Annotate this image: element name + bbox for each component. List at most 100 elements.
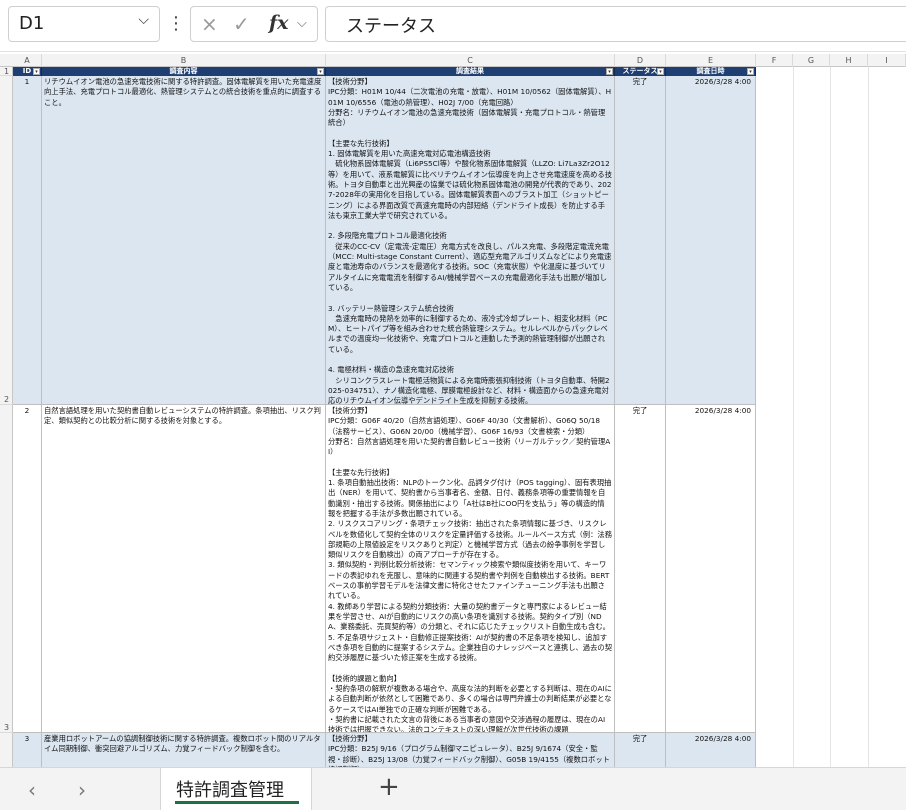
result-line: 分野名：リチウムイオン電池の急速充電技術（固体電解質・充電プロトコル・熱管理統合… [328, 107, 606, 128]
cell-content[interactable]: 自然言語処理を用いた契約書自動レビューシステムの特許調査。条項抽出、リスク判定、… [42, 405, 326, 733]
cell-date[interactable]: 2026/3/28 4:00 [666, 733, 756, 767]
cell-content[interactable]: リチウムイオン電池の急速充電技術に関する特許調査。固体電解質を用いた充電速度向上… [42, 76, 326, 405]
result-line: IPC分類：B25J 9/16（プログラム制御マニピュレータ）、B25J 9/1… [328, 744, 610, 767]
cell-id[interactable]: 2 [13, 405, 42, 733]
result-line: 1. 固体電解質を用いた高速充電対応電池構造技術 [328, 149, 491, 159]
cell-date[interactable]: 2026/3/28 4:00 [666, 76, 756, 405]
column-header-b[interactable]: B [42, 54, 326, 67]
cell-date[interactable]: 2026/3/28 4:00 [666, 405, 756, 733]
result-lines: 【技術分野】 IPC分類：G06F 40/20（自然言語処理）、G06F 40/3… [328, 406, 612, 733]
result-line: 5. 不足条項サジェスト・自動修正提案技術：AIが契約書の不足条項を検知し、追加… [328, 632, 612, 663]
name-box[interactable]: D1 ⌵ [8, 6, 160, 42]
result-line: 3. 類似契約・判例比較分析技術：セマンティック検索や類似度技術を用いて、キーワ… [328, 560, 610, 601]
gridline [793, 67, 794, 767]
next-sheet-icon[interactable]: › [78, 778, 86, 802]
more-options-icon[interactable]: ⋮ [167, 10, 185, 38]
result-line: ・契約条項の解釈が複数ある場合や、高度な法的判断を必要とする判断は、現在のAIに… [328, 684, 612, 714]
result-line: 【主要な先行技術】 [328, 138, 394, 148]
result-lines: 【技術分野】 IPC分類：B25J 9/16（プログラム制御マニピュレータ）、B2… [328, 734, 612, 767]
header-label-date: 調査日時 [696, 67, 725, 75]
column-header-g[interactable]: G [793, 54, 830, 67]
add-sheet-icon[interactable]: + [378, 772, 400, 802]
result-line: 【技術的課題と動向】 [328, 673, 401, 683]
formula-actions: × ✓ fx ⌵ [190, 6, 318, 42]
filter-dropdown-icon[interactable]: ▾ [317, 68, 324, 75]
result-line [328, 663, 612, 673]
result-line: IPC分類：G06F 40/20（自然言語処理）、G06F 40/30（文書解析… [328, 416, 600, 436]
header-cell-status[interactable]: ステータス ▾ [615, 67, 666, 76]
cell-status[interactable]: 完了 [615, 76, 666, 405]
header-cell-id[interactable]: ID ▾ [13, 67, 42, 76]
result-line: シリコンクラスレート電極活物質による充電時膨張抑制技術（トヨタ自動車、特開202… [328, 375, 610, 405]
result-line [328, 128, 612, 138]
formula-bar: D1 ⌵ ⋮ × ✓ fx ⌵ ステータス [0, 0, 906, 52]
header-cell-date[interactable]: 調査日時 ▾ [666, 67, 756, 76]
header-label-content: 調査内容 [169, 67, 198, 75]
result-line: 2. 多段階充電プロトコル最適化技術 [328, 231, 447, 241]
column-header-h[interactable]: H [830, 54, 868, 67]
gridline [830, 67, 831, 767]
result-line: 【主要な先行技術】 [328, 467, 394, 477]
spreadsheet-grid: ID ▾ 調査内容 ▾ 調査結果 ▾ ステータス ▾ 調査日時 ▾ 1 リチウムイオン電池… [13, 67, 906, 767]
column-header-i[interactable]: I [868, 54, 906, 67]
result-line [328, 293, 612, 303]
result-line: 2. リスクスコアリング・条項チェック技術：抽出された条項情報に基づき、リスクレ… [328, 519, 612, 560]
column-header-a[interactable]: A [13, 54, 42, 67]
insert-function-icon[interactable]: fx [269, 12, 289, 34]
previous-sheet-icon[interactable]: ‹ [28, 778, 36, 802]
column-header-e[interactable]: E [666, 54, 756, 67]
header-cell-content[interactable]: 調査内容 ▾ [42, 67, 326, 76]
row-header-2[interactable]: 2 [0, 76, 13, 405]
cell-id[interactable]: 1 [13, 76, 42, 405]
sheet-tab-label: 特許調査管理 [176, 780, 284, 801]
row-header-3[interactable]: 3 [0, 405, 13, 733]
formula-content[interactable]: ステータス [346, 12, 436, 38]
result-line: 分野名：自然言語処理を用いた契約書自動レビュー技術（リーガルテック／契約管理AI… [328, 436, 611, 457]
filter-dropdown-icon[interactable]: ▾ [33, 68, 40, 75]
result-line: 1. 条項自動抽出技術：NLPのトークン化、品詞タグ付け（POS tagging… [328, 478, 612, 518]
filter-dropdown-icon[interactable]: ▾ [747, 68, 754, 75]
filter-dropdown-icon[interactable]: ▾ [606, 68, 613, 75]
header-cell-result[interactable]: 調査結果 ▾ [326, 67, 615, 76]
filter-dropdown-icon[interactable]: ▾ [657, 68, 664, 75]
result-lines: 【技術分野】 IPC分類：H01M 10/44（二次電池の充電・放電）、H01M … [328, 77, 612, 405]
result-line: 硫化物系固体電解質（Li6PS5Cl等）や酸化物系固体電解質（LLZO: Li7… [328, 159, 612, 220]
result-line: 3. バッテリー熱管理システム統合技術 [328, 303, 454, 313]
result-line: 【技術分野】 [328, 406, 372, 415]
cell-status[interactable]: 完了 [615, 405, 666, 733]
column-header-f[interactable]: F [756, 54, 793, 67]
column-header-d[interactable]: D [615, 54, 666, 67]
result-line [328, 221, 612, 231]
header-label-result: 調査結果 [456, 67, 484, 75]
chevron-down-icon[interactable]: ⌵ [297, 16, 307, 31]
sheet-tab-active[interactable]: 特許調査管理 [160, 768, 312, 810]
enter-icon[interactable]: ✓ [233, 12, 250, 36]
result-line [328, 355, 612, 365]
column-header-c[interactable]: C [326, 54, 615, 67]
formula-input[interactable]: ステータス [325, 6, 906, 42]
result-line: 4. 電極材料・構造の急速充電対応技術 [328, 365, 455, 375]
active-tab-underline [175, 801, 299, 804]
gridline [868, 67, 869, 767]
header-label-id: ID [22, 67, 32, 75]
row-header-column: 1 2 3 [0, 67, 13, 767]
header-label-status: ステータス [622, 67, 658, 75]
result-line [328, 457, 612, 467]
name-box-value[interactable]: D1 [19, 13, 44, 34]
cell-result[interactable]: 【技術分野】 IPC分類：G06F 40/20（自然言語処理）、G06F 40/3… [326, 405, 615, 733]
cell-status[interactable]: 完了 [615, 733, 666, 767]
cell-result[interactable]: 【技術分野】 IPC分類：B25J 9/16（プログラム制御マニピュレータ）、B2… [326, 733, 615, 767]
cell-result[interactable]: 【技術分野】 IPC分類：H01M 10/44（二次電池の充電・放電）、H01M … [326, 76, 615, 405]
cell-content[interactable]: 産業用ロボットアームの協調制御技術に関する特許調査。複数ロボット間のリアルタイム… [42, 733, 326, 767]
row-header-1[interactable]: 1 [0, 67, 13, 76]
chevron-down-icon[interactable]: ⌵ [138, 12, 149, 28]
result-line: 急速充電時の発熱を効率的に制御するため、液冷式冷却プレート、相変化材料（PCM）… [328, 313, 608, 354]
cancel-icon[interactable]: × [201, 12, 218, 36]
result-line: IPC分類：H01M 10/44（二次電池の充電・放電）、H01M 10/056… [328, 87, 612, 107]
sheet-tab-bar: ‹ › 特許調査管理 + [0, 767, 906, 810]
result-line: ・契約書に記載された文言の背後にある当事者の意図や交渉過程の履歴は、現在のAI技… [328, 714, 606, 733]
cell-id[interactable]: 3 [13, 733, 42, 767]
result-line: 【技術分野】 [328, 77, 372, 86]
column-header-row: A B C D E F G H I [0, 54, 906, 67]
result-line: 【技術分野】 [328, 734, 372, 743]
